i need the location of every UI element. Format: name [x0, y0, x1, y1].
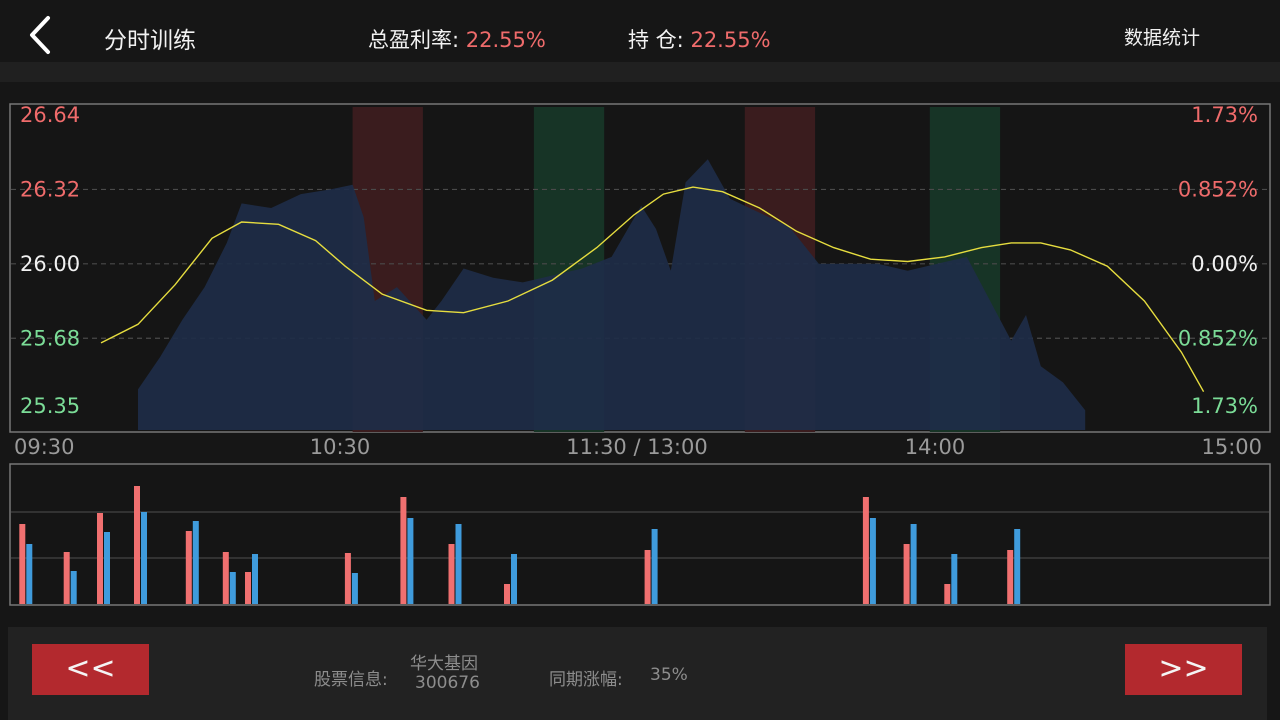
- volume-bar-red: [185, 531, 192, 604]
- volume-bar-red: [944, 584, 951, 604]
- y-tick-left: 25.68: [20, 326, 80, 350]
- x-tick: 15:00: [1201, 435, 1262, 459]
- volume-bar-blue: [104, 532, 110, 604]
- volume-bar-red: [448, 544, 455, 604]
- volume-bar-red: [63, 552, 70, 604]
- stock-code: 300676: [415, 673, 480, 693]
- volume-frame: [9, 463, 1271, 606]
- volume-bar-blue: [407, 518, 414, 604]
- previous-button[interactable]: <<: [32, 644, 149, 695]
- volume-bar-blue: [26, 544, 33, 604]
- volume-bar-blue: [229, 572, 236, 604]
- y-tick-right: 0.852%: [1178, 326, 1258, 350]
- volume-bar-red: [19, 524, 26, 604]
- volume-bar-blue: [252, 554, 258, 604]
- x-tick: 09:30: [14, 435, 75, 459]
- volume-bar-blue: [455, 524, 462, 604]
- y-tick-left: 25.35: [20, 394, 80, 418]
- footer-bar: << 股票信息: 华大基因 300676 同期涨幅: 35% >>: [8, 627, 1267, 720]
- y-tick-right: 0.852%: [1178, 177, 1258, 201]
- data-statistics-button[interactable]: 数据统计: [1124, 23, 1200, 50]
- next-button[interactable]: >>: [1125, 644, 1242, 695]
- position-value: 22.55%: [690, 28, 771, 52]
- volume-bar-blue: [70, 571, 77, 604]
- position-stat: 持 仓: 22.55%: [628, 24, 771, 54]
- header-divider-band: [0, 62, 1280, 82]
- stock-name: 华大基因: [410, 654, 478, 674]
- volume-bar-blue: [141, 512, 147, 604]
- volume-bar-red: [245, 572, 251, 604]
- y-tick-left: 26.32: [20, 177, 80, 201]
- y-tick-right: 0.00%: [1191, 252, 1258, 276]
- chart-area: 26.64 1.73% 26.32 0.852% 26.00 0.00% 25.68 0.85…: [0, 82, 1280, 622]
- y-tick-right: 1.73%: [1191, 394, 1258, 418]
- x-tick: 14:00: [905, 435, 966, 459]
- volume-bar-red: [97, 513, 103, 604]
- volume-bar-blue: [869, 518, 876, 604]
- page-title: 分时训练: [104, 28, 196, 54]
- change-label: 同期涨幅:: [549, 670, 623, 690]
- volume-bar-blue: [192, 521, 199, 604]
- volume-bar-red: [1007, 550, 1014, 604]
- volume-bar-blue: [1014, 529, 1021, 604]
- volume-bar-red: [504, 584, 510, 604]
- change-value: 35%: [650, 665, 688, 685]
- back-button[interactable]: [26, 14, 62, 56]
- x-tick: 10:30: [310, 435, 371, 459]
- top-bar: 分时训练 总盈利率: 22.55% 持 仓: 22.55% 数据统计: [0, 0, 1280, 62]
- intraday-chart[interactable]: 26.64 1.73% 26.32 0.852% 26.00 0.00% 25.68 0.85…: [0, 82, 1280, 622]
- volume-bar-red: [644, 550, 651, 604]
- stock-info-label: 股票信息:: [314, 670, 388, 690]
- volume-bar-red: [344, 553, 351, 604]
- y-tick-left: 26.00: [20, 252, 80, 276]
- total-profit-label: 总盈利率:: [368, 28, 460, 52]
- x-tick: 11:30 / 13:00: [566, 435, 707, 459]
- volume-bar-blue: [651, 529, 658, 604]
- total-profit-stat: 总盈利率: 22.55%: [368, 24, 546, 54]
- chevron-left-icon: [30, 16, 50, 54]
- volume-bar-blue: [910, 524, 917, 604]
- volume-bar-blue: [951, 554, 958, 604]
- total-profit-value: 22.55%: [465, 28, 546, 52]
- volume-bar-red: [862, 497, 869, 604]
- volume-bar-red: [134, 486, 140, 604]
- y-tick-left: 26.64: [20, 103, 80, 127]
- volume-bar-red: [222, 552, 229, 604]
- position-label: 持 仓:: [628, 28, 684, 52]
- volume-bar-red: [903, 544, 910, 604]
- volume-bar-blue: [511, 554, 517, 604]
- y-tick-right: 1.73%: [1191, 103, 1258, 127]
- volume-bar-red: [400, 497, 407, 604]
- volume-bar-blue: [351, 573, 358, 604]
